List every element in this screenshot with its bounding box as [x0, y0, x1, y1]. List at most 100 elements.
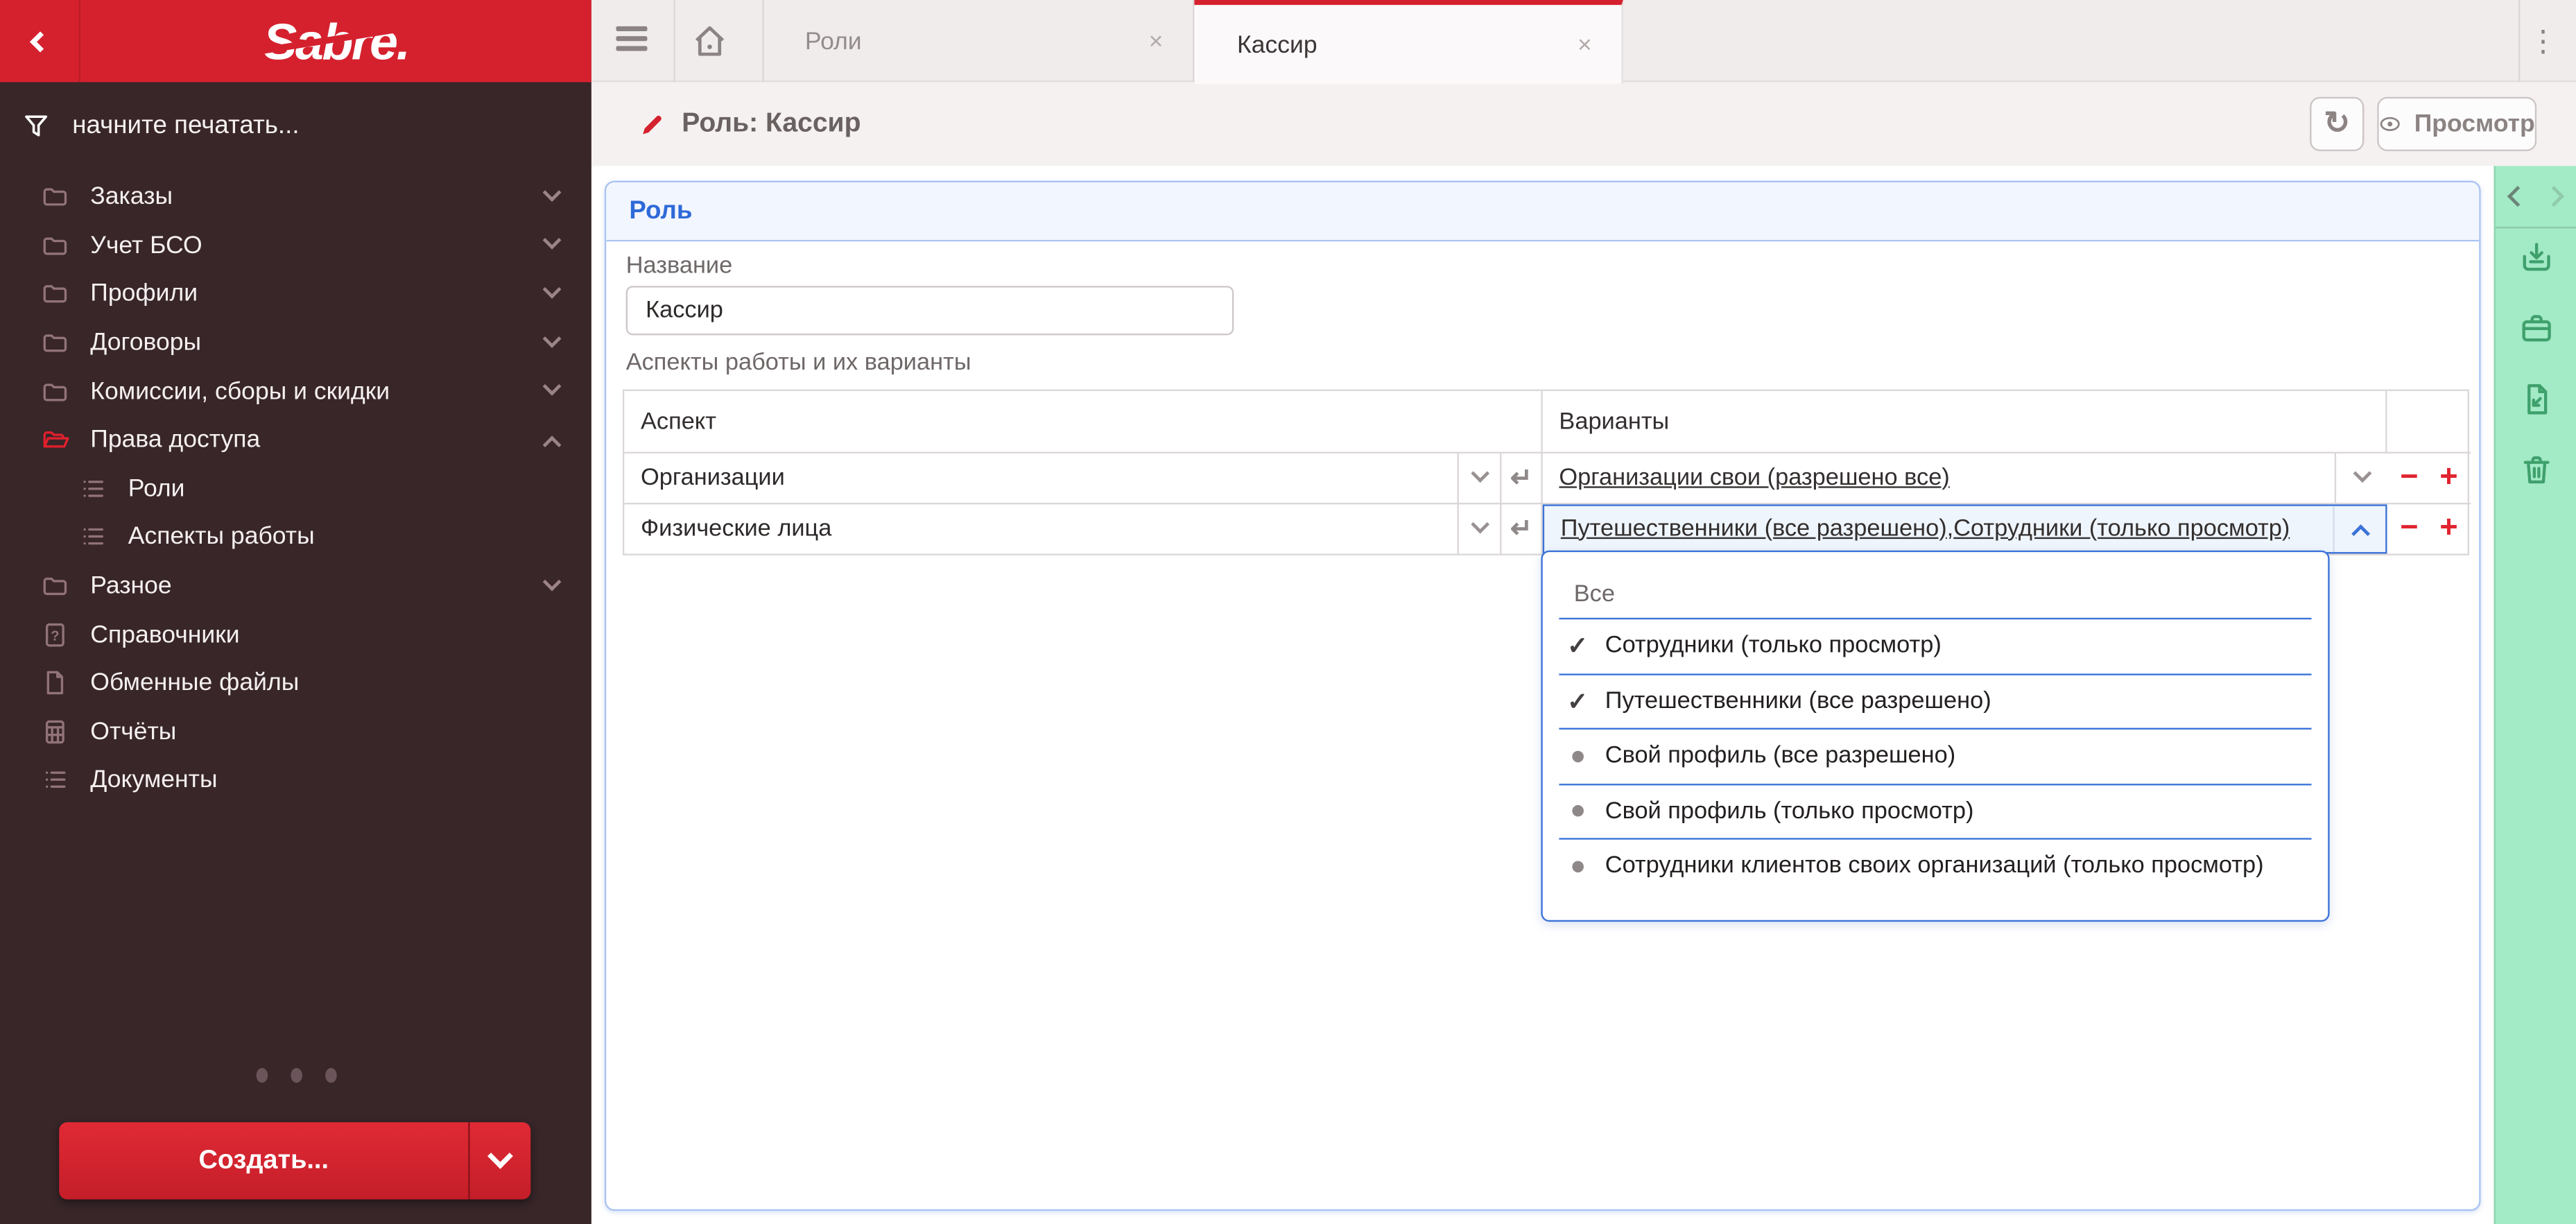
eye-icon	[2379, 113, 2401, 135]
return-icon: ↵	[1510, 461, 1532, 494]
close-icon[interactable]: ×	[1129, 27, 1163, 55]
create-button[interactable]: Создать...	[59, 1122, 469, 1199]
content-area: Роль Название Аспекты работы и их вариан…	[591, 166, 2494, 1224]
trash-icon[interactable]	[2518, 452, 2554, 488]
view-button[interactable]: Просмотр	[2377, 97, 2536, 151]
rail-actions	[2496, 228, 2576, 488]
add-row-button[interactable]: +	[2439, 513, 2457, 544]
refresh-button[interactable]: ↻	[2310, 97, 2364, 151]
dropdown-option[interactable]: Свой профиль (только просмотр)	[1543, 784, 2328, 838]
brand-logo[interactable]: Sabre.	[80, 0, 591, 82]
chevron-down-icon[interactable]	[543, 377, 562, 396]
check-icon: ✓	[1567, 687, 1588, 716]
remove-row-button[interactable]: −	[2400, 462, 2418, 493]
sidebar-item-obmennye-fajly[interactable]: Обменные файлы	[0, 659, 591, 707]
sidebar-page-dots[interactable]	[0, 1068, 591, 1083]
bullet-icon	[1572, 861, 1584, 872]
sidebar-header: Sabre.	[0, 0, 591, 82]
chevron-right-icon[interactable]	[2543, 186, 2564, 207]
sidebar-item-aspekty-raboty[interactable]: Аспекты работы	[0, 513, 591, 562]
chevron-down-icon	[1470, 464, 1489, 483]
aspect-cell[interactable]: Организации	[624, 454, 1459, 503]
dropdown-option[interactable]: Сотрудники клиентов своих организаций (т…	[1543, 840, 2328, 893]
chevron-left-icon[interactable]	[2507, 186, 2528, 207]
remove-row-button[interactable]: −	[2400, 513, 2418, 544]
aspects-table: Аспект Варианты Организации ↵ Организаци…	[623, 390, 2469, 555]
folder-icon	[41, 329, 69, 356]
chevron-down-icon[interactable]	[543, 572, 562, 591]
dropdown-option[interactable]: ✓ Путешественники (все разрешено)	[1543, 675, 2328, 728]
file-icon	[41, 669, 69, 697]
apply-aspect-button[interactable]: ↵	[1502, 454, 1543, 503]
pencil-icon	[639, 111, 666, 137]
tab-roli[interactable]: Роли ×	[762, 0, 1194, 82]
dropdown-option[interactable]: Свой профиль (все разрешено)	[1543, 730, 2328, 783]
sidebar-item-profili[interactable]: Профили	[0, 270, 591, 318]
aspect-cell[interactable]: Физические лица	[624, 503, 1459, 553]
variants-select-toggle-open[interactable]	[2335, 506, 2385, 553]
chevron-down-icon[interactable]	[543, 329, 562, 347]
variants-cell-active: Путешественники (все разрешено), Сотрудн…	[1543, 503, 2387, 553]
hamburger-menu-button[interactable]	[616, 26, 647, 56]
chevron-down-icon[interactable]	[543, 232, 562, 250]
chevron-down-icon	[1470, 515, 1489, 533]
folder-open-icon	[41, 426, 69, 454]
sidebar-item-komissii[interactable]: Комиссии, сборы и скидки	[0, 367, 591, 415]
sidebar-item-zakazy[interactable]: Заказы	[0, 173, 591, 221]
dropdown-option-all[interactable]: Все	[1543, 570, 2328, 618]
left-sidebar: Sabre. Заказы Учет БСО Профили Договоры …	[0, 0, 591, 1224]
variants-value[interactable]: Путешественники (все разрешено), Сотрудн…	[1544, 506, 2335, 553]
home-icon[interactable]	[690, 21, 729, 61]
aspect-select-toggle[interactable]	[1459, 503, 1502, 553]
chevron-down-icon[interactable]	[543, 280, 562, 299]
role-name-input[interactable]	[626, 286, 1234, 335]
chevron-down-icon[interactable]	[543, 183, 562, 202]
chevron-up-icon[interactable]	[543, 436, 562, 454]
aspect-select-toggle[interactable]	[1459, 454, 1502, 503]
sidebar-item-dogovory[interactable]: Договоры	[0, 318, 591, 367]
sidebar-menu: Заказы Учет БСО Профили Договоры Комисси…	[0, 173, 591, 804]
bullet-icon	[1572, 806, 1584, 818]
variant-separator: ,	[1947, 515, 1954, 542]
collapse-sidebar-button[interactable]	[0, 0, 80, 82]
variants-select-toggle[interactable]	[2336, 454, 2387, 502]
briefcase-icon[interactable]	[2518, 311, 2554, 347]
bullet-icon	[1572, 750, 1584, 762]
chevron-down-icon	[487, 1144, 513, 1169]
sidebar-item-raznoe[interactable]: Разное	[0, 562, 591, 610]
folder-icon	[41, 377, 69, 405]
add-row-button[interactable]: +	[2439, 462, 2457, 493]
row-actions: − +	[2387, 503, 2471, 553]
save-icon[interactable]	[2518, 240, 2554, 276]
sidebar-item-dokumenty[interactable]: Документы	[0, 756, 591, 804]
create-dropdown-button[interactable]	[470, 1122, 531, 1199]
sidebar-item-roli[interactable]: Роли	[0, 464, 591, 512]
return-icon: ↵	[1510, 512, 1532, 545]
page-title-wrap: Роль: Кассир	[639, 82, 861, 166]
chevron-up-icon	[2351, 524, 2369, 543]
sidebar-filter-input[interactable]	[69, 110, 480, 143]
export-file-icon[interactable]	[2518, 381, 2554, 417]
panel-title: Роль	[629, 196, 692, 226]
folder-icon	[41, 183, 69, 211]
sidebar-item-otchety[interactable]: Отчёты	[0, 707, 591, 756]
apply-aspect-button[interactable]: ↵	[1502, 503, 1543, 553]
variants-value[interactable]: Организации свои (разрешено все)	[1543, 454, 2336, 502]
more-options-icon[interactable]: ⋮	[2528, 0, 2558, 82]
sidebar-item-uchet-bso[interactable]: Учет БСО	[0, 221, 591, 270]
dropdown-option[interactable]: ✓ Сотрудники (только просмотр)	[1543, 619, 2328, 673]
close-icon[interactable]: ×	[1558, 31, 1592, 58]
sidebar-item-spravochniki[interactable]: Справочники	[0, 610, 591, 659]
chevron-left-icon	[29, 31, 50, 51]
row-actions: − +	[2387, 454, 2471, 503]
list-icon	[79, 474, 107, 502]
sidebar-item-prava-dostupa[interactable]: Права доступа	[0, 415, 591, 464]
tab-kassir[interactable]: Кассир ×	[1194, 0, 1623, 84]
tab-bar: Роли × Кассир × ⋮	[591, 0, 2576, 82]
list-icon	[41, 766, 69, 794]
folder-icon	[41, 572, 69, 600]
page-header: Роль: Кассир ↻ Просмотр	[591, 82, 2576, 166]
folder-icon	[41, 232, 69, 259]
panel-body: Название Аспекты работы и их варианты Ас…	[606, 241, 2479, 1206]
filter-funnel-icon	[21, 112, 51, 141]
